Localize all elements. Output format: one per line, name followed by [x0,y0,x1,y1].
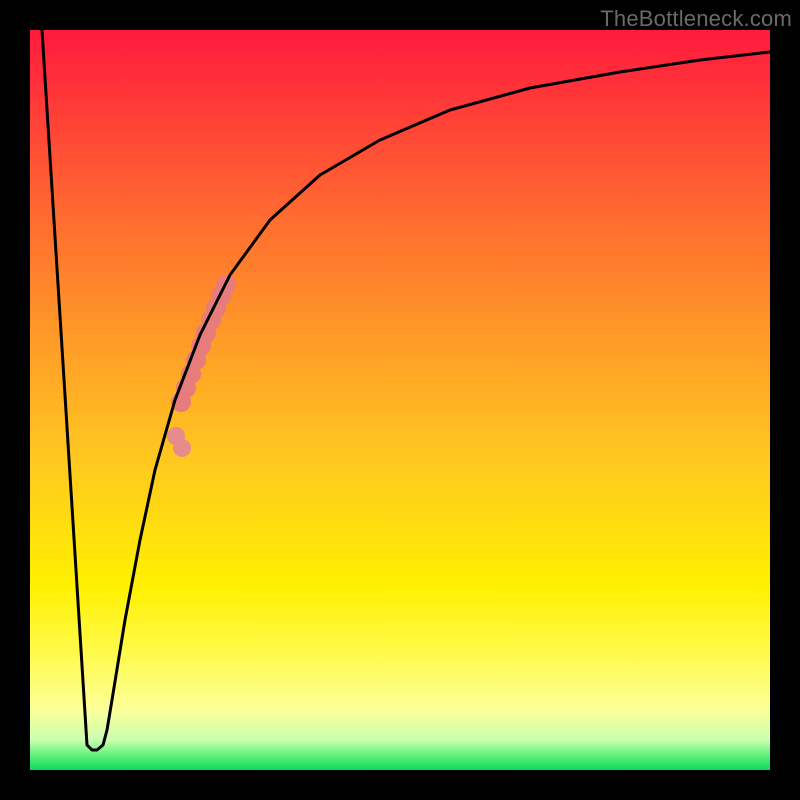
marker-dot [173,439,191,457]
watermark-text: TheBottleneck.com [600,6,792,32]
chart-svg [30,30,770,770]
chart-container: TheBottleneck.com [0,0,800,800]
marker-dots-group [167,275,236,457]
bottleneck-curve [42,30,770,750]
plot-area [30,30,770,770]
